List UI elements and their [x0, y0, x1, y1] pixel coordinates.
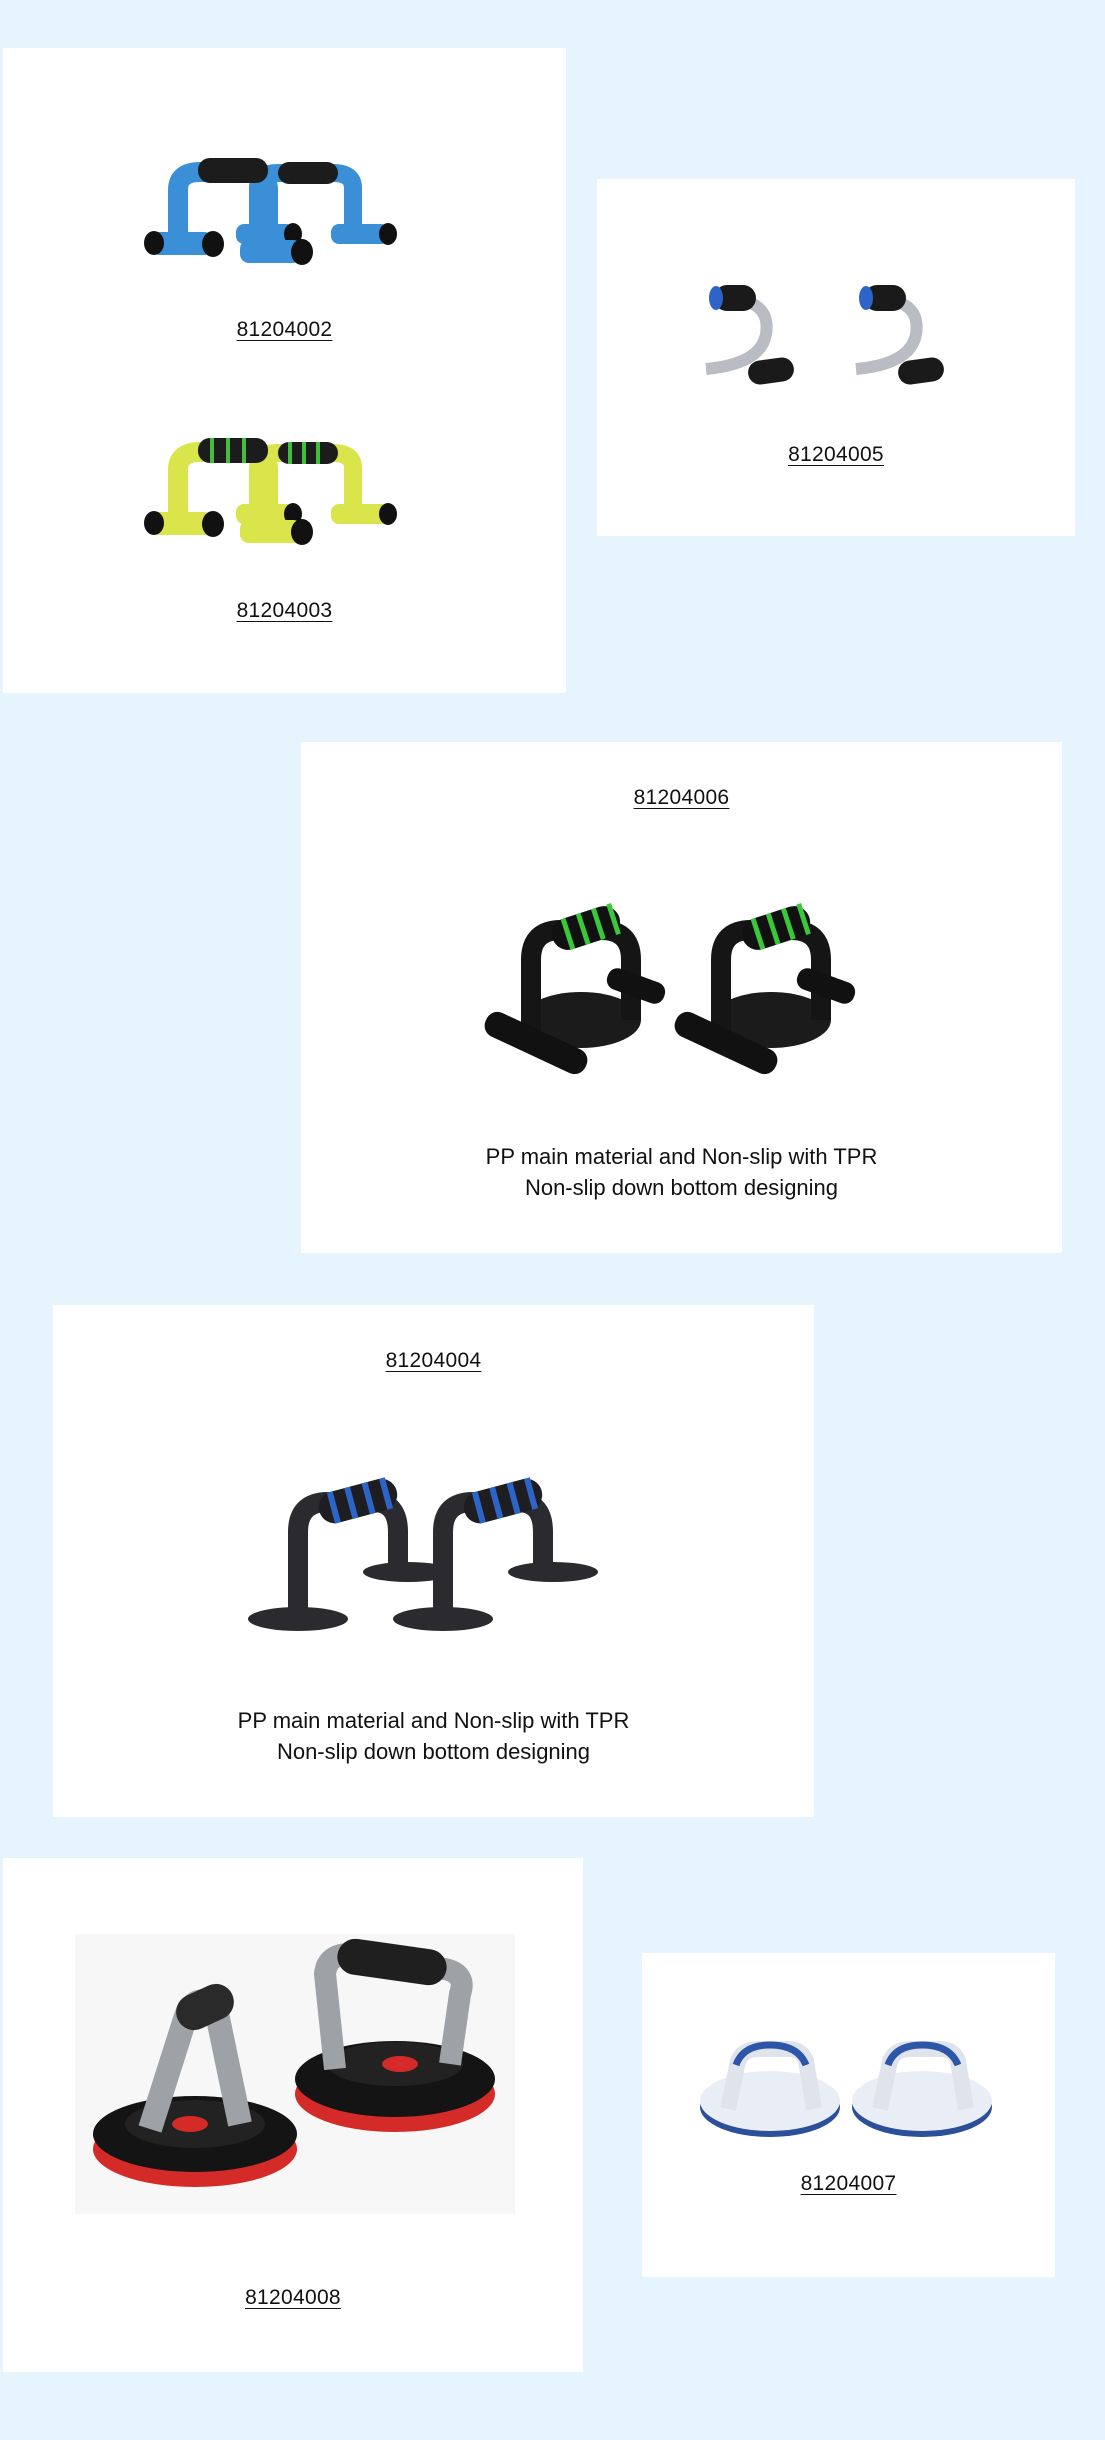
product-code[interactable]: 81204004 [53, 1349, 814, 1373]
product-card-81204008: 81204008 [3, 1858, 583, 2372]
pushup-bar-with-feet-icon [248, 1477, 598, 1631]
product-card-81204004: 81204004 PP main material and Non-slip w… [53, 1305, 814, 1817]
product-description: PP main material and Non-slip with TPR N… [53, 1705, 814, 1767]
desc-line-1: PP main material and Non-slip with TPR [485, 1144, 878, 1169]
product-card-81204005: 81204005 [597, 179, 1075, 536]
product-card-81204002-81204003: 81204002 81204003 [3, 48, 566, 693]
product-code[interactable]: 81204006 [301, 786, 1062, 810]
rotating-pushup-icon [75, 1934, 515, 2214]
round-pushup-icon [700, 2041, 992, 2137]
product-description: PP main material and Non-slip with TPR N… [301, 1141, 1062, 1203]
product-code[interactable]: 81204008 [3, 2286, 583, 2310]
product-code[interactable]: 81204007 [642, 2172, 1055, 2196]
product-card-81204006: 81204006 PP main material and Non-slip w… [301, 742, 1062, 1253]
desc-line-1: PP main material and Non-slip with TPR [237, 1708, 630, 1733]
s-shape-pushup-icon [705, 285, 944, 385]
product-code[interactable]: 81204003 [3, 599, 566, 623]
desc-line-2: Non-slip down bottom designing [276, 1739, 591, 1764]
blue-pushup-bar-icon [144, 158, 397, 265]
suction-pushup-bar-icon [484, 903, 856, 1075]
yellow-pushup-bar-icon [144, 438, 397, 545]
product-card-81204007: 81204007 [642, 1953, 1055, 2277]
desc-line-2: Non-slip down bottom designing [524, 1175, 839, 1200]
product-code[interactable]: 81204002 [3, 318, 566, 342]
product-code[interactable]: 81204005 [597, 443, 1075, 467]
